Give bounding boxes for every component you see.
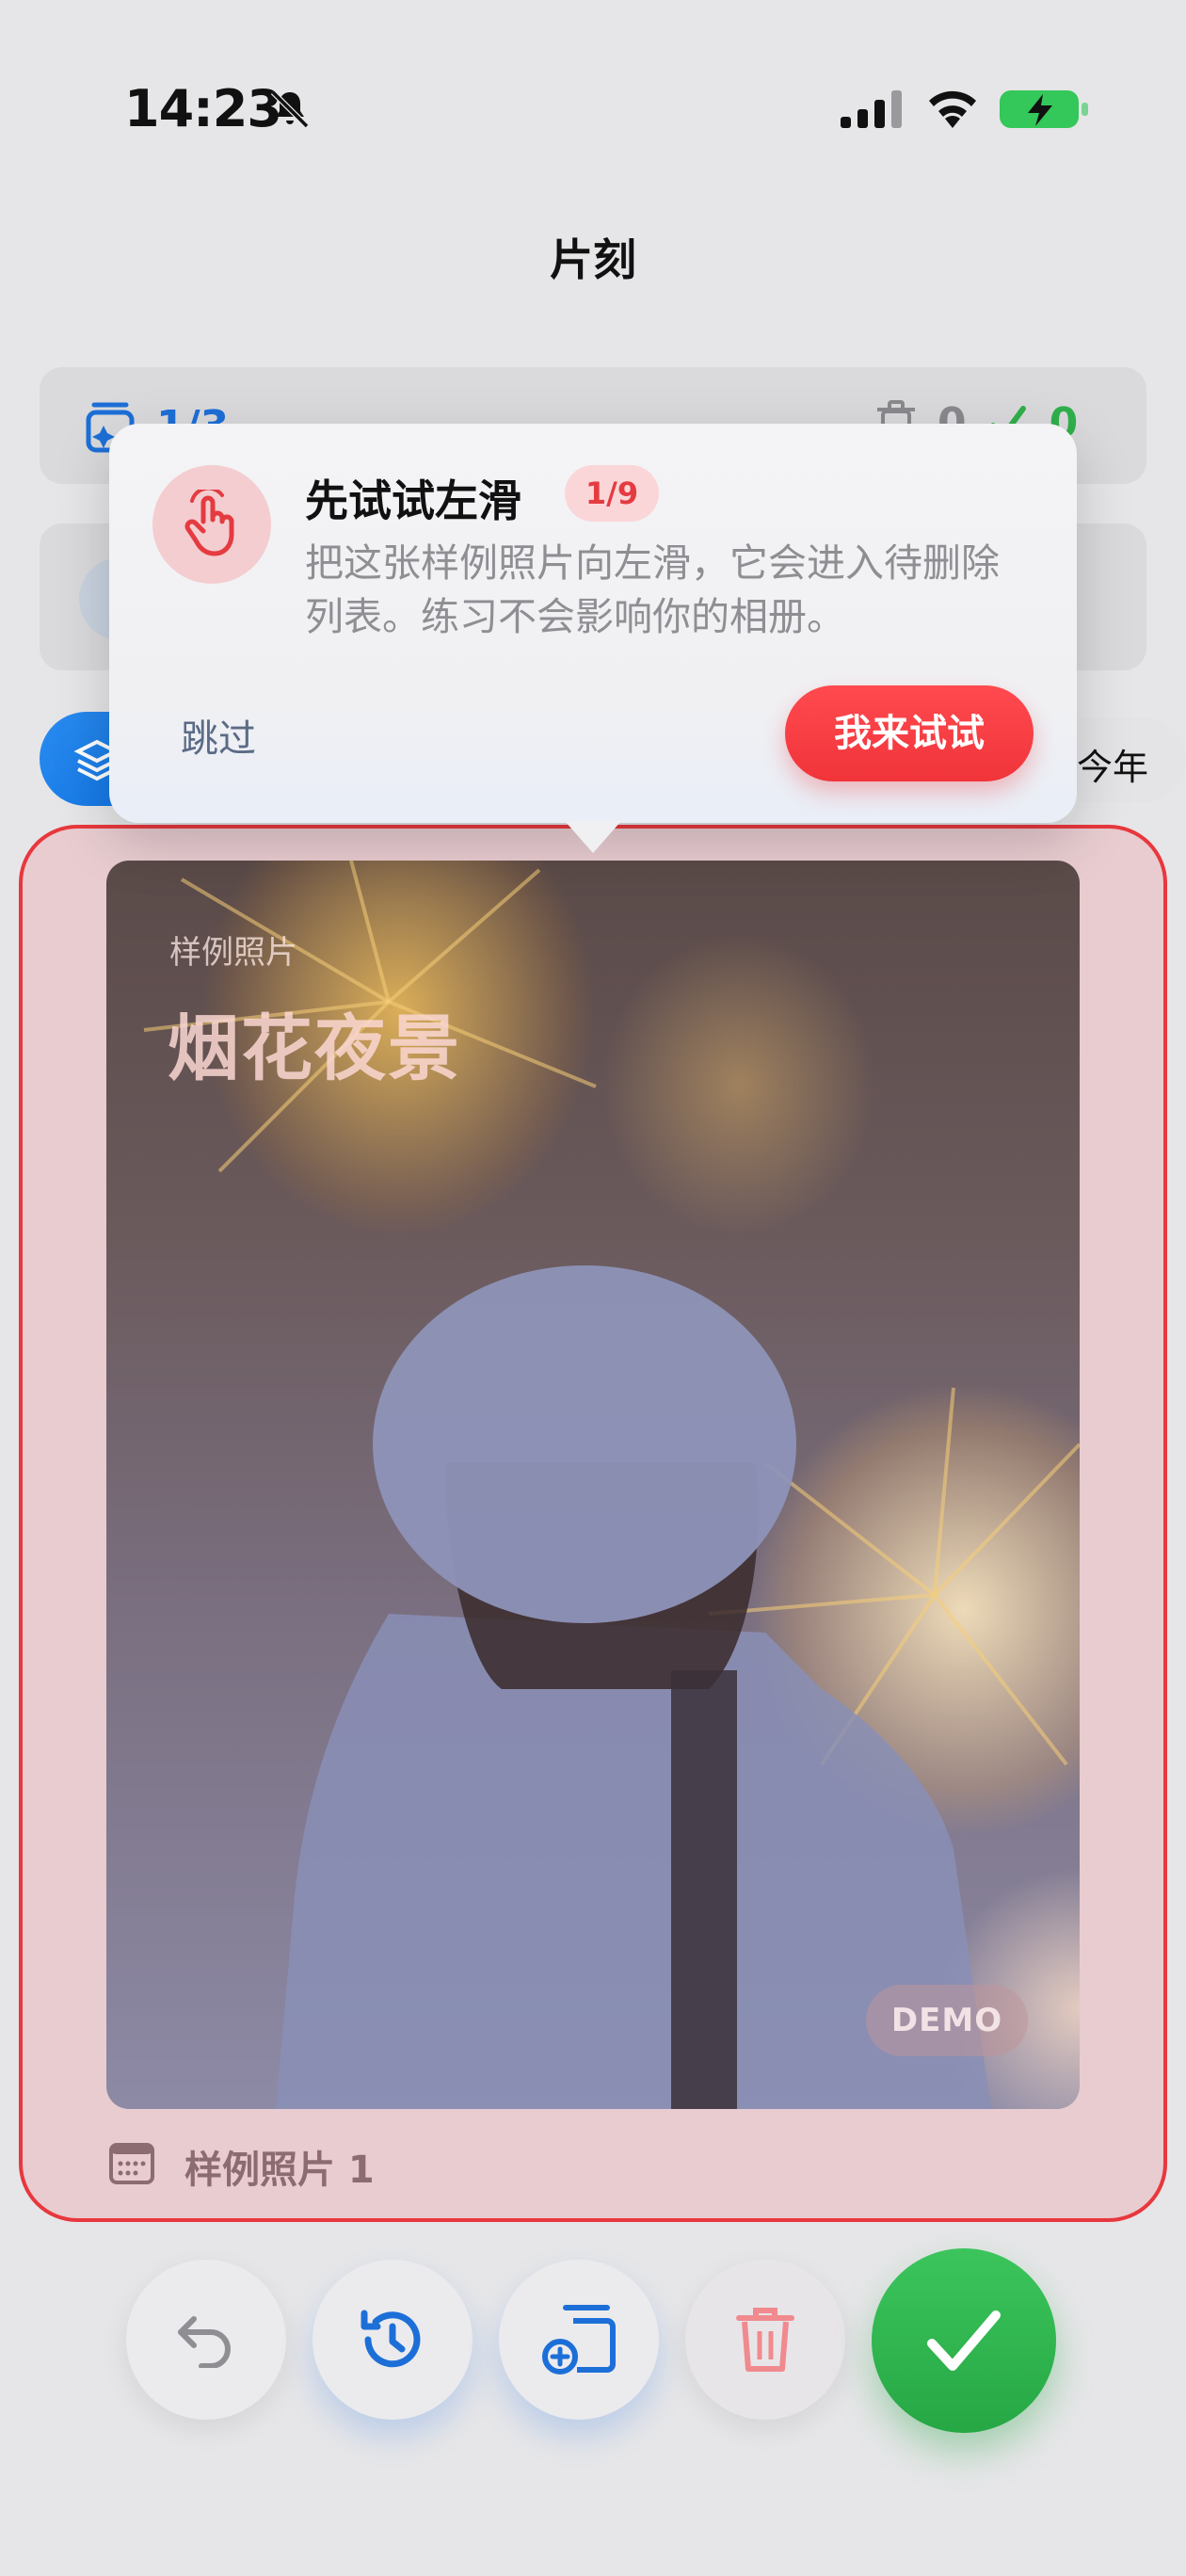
photo-caption: 样例照片 1: [184, 2149, 375, 2192]
step-badge: 1/9: [565, 465, 659, 522]
popover-body: 把这张样例照片向左滑，它会进入待删除列表。练习不会影响你的相册。: [305, 540, 1000, 639]
delete-button[interactable]: [685, 2260, 845, 2420]
wifi-icon: [929, 90, 976, 128]
trash-icon: [736, 2308, 794, 2372]
popover-title: 先试试左滑: [305, 475, 521, 526]
swipe-hint-badge: [152, 465, 271, 584]
battery-charging-icon: [1000, 90, 1088, 128]
hand-tap-icon: [184, 490, 234, 556]
popover-arrow: [565, 821, 621, 853]
undo-button[interactable]: [126, 2260, 286, 2420]
status-time: 14:23: [124, 79, 282, 138]
demo-badge: DEMO: [866, 1985, 1028, 2056]
skip-button[interactable]: 跳过: [181, 708, 256, 763]
add-to-album-icon: [542, 2305, 616, 2375]
undo-icon: [178, 2316, 231, 2368]
signal-icon: [841, 90, 902, 128]
photo-title: 烟花夜景: [168, 1006, 461, 1090]
add-to-album-button[interactable]: [499, 2260, 659, 2420]
photo-subtitle: 样例照片: [169, 934, 297, 972]
try-button[interactable]: 我来试试: [785, 685, 1034, 781]
calendar-icon: [109, 2143, 154, 2184]
keep-button[interactable]: [872, 2248, 1056, 2433]
checkmark-icon: [927, 2310, 1001, 2371]
history-icon: [361, 2310, 421, 2368]
page-title: 片刻: [550, 234, 636, 285]
history-button[interactable]: [313, 2260, 473, 2420]
bell-slash-icon: [270, 89, 310, 129]
